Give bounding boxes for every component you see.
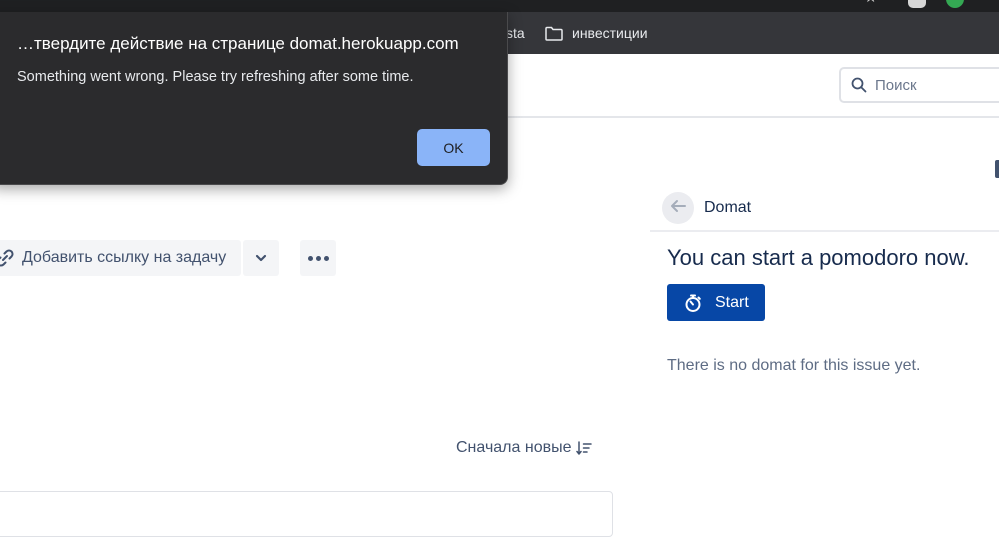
add-issue-link-label: Добавить ссылку на задачу xyxy=(22,249,227,266)
start-label: Start xyxy=(715,293,749,311)
back-button[interactable] xyxy=(662,192,694,224)
search-box[interactable] xyxy=(839,67,999,103)
dialog-message: Something went wrong. Please try refresh… xyxy=(17,69,414,85)
sort-label: Сначала новые xyxy=(456,439,572,456)
alert-dialog: …твердите действие на странице domat.her… xyxy=(0,12,508,185)
chevron-down-icon xyxy=(255,249,267,267)
link-icon xyxy=(0,247,16,269)
panel-divider xyxy=(650,230,999,232)
more-icon-dot xyxy=(323,255,329,261)
dialog-title: …твердите действие на странице domat.her… xyxy=(17,34,459,53)
more-icon xyxy=(307,255,313,261)
extension-camera-icon[interactable] xyxy=(908,0,926,8)
panel-title: Domat xyxy=(704,199,752,216)
extension-green-icon[interactable] xyxy=(946,0,964,8)
browser-toolbar: ★ xyxy=(0,0,999,12)
search-input[interactable] xyxy=(875,76,985,94)
ok-button[interactable]: OK xyxy=(417,129,490,166)
sort-order-toggle[interactable]: Сначала новые xyxy=(456,439,593,457)
panel-heading: You can start a pomodoro now. xyxy=(667,245,970,270)
comment-input[interactable] xyxy=(0,491,613,537)
issue-action-group: Добавить ссылку на задачу xyxy=(0,240,280,276)
more-icon-dot xyxy=(315,255,321,261)
star-icon[interactable]: ★ xyxy=(864,0,882,6)
panel-edge-icon[interactable] xyxy=(995,160,999,178)
bookmark-label: sta xyxy=(506,25,525,41)
add-issue-link-button[interactable]: Добавить ссылку на задачу xyxy=(0,240,242,276)
bookmark-item[interactable]: sta xyxy=(506,12,525,54)
add-link-dropdown-button[interactable] xyxy=(243,240,280,276)
start-pomodoro-button[interactable]: Start xyxy=(667,284,765,321)
stopwatch-icon xyxy=(683,293,703,313)
panel-note: There is no domat for this issue yet. xyxy=(667,357,921,374)
folder-icon xyxy=(545,26,563,41)
more-actions-button[interactable] xyxy=(300,240,336,276)
search-icon xyxy=(851,77,867,93)
sort-icon xyxy=(576,440,593,456)
arrow-left-icon xyxy=(669,198,687,219)
bookmark-folder[interactable]: инвестиции xyxy=(545,12,648,54)
bookmark-folder-label: инвестиции xyxy=(572,25,648,41)
